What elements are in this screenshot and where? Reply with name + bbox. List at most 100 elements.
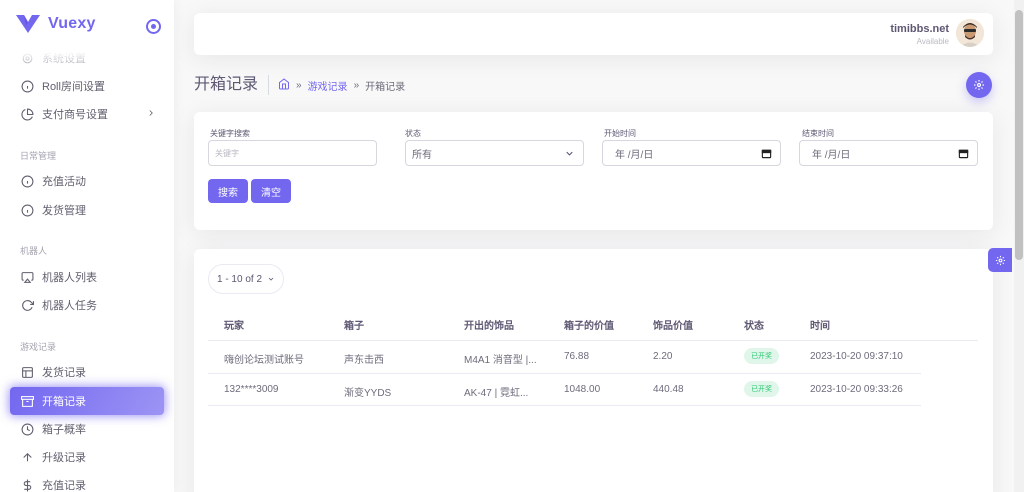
airplay-icon bbox=[20, 270, 34, 284]
start-date-label: 开始时间 bbox=[604, 129, 636, 138]
sidebar-item-label: 充值记录 bbox=[42, 480, 86, 492]
chevron-down-icon bbox=[268, 277, 274, 281]
theme-customizer-toggle[interactable] bbox=[988, 248, 1012, 272]
sidebar-item-label: 开箱记录 bbox=[42, 396, 86, 408]
breadcrumb-separator: » bbox=[296, 80, 302, 91]
info-icon bbox=[20, 203, 34, 217]
column-header-box-value[interactable]: 箱子的价值 bbox=[564, 317, 614, 332]
page-scrollbar[interactable] bbox=[1014, 0, 1024, 492]
breadcrumb: » 游戏记录 » 开箱记录 bbox=[278, 78, 405, 93]
info-icon bbox=[20, 174, 34, 188]
column-header-time[interactable]: 时间 bbox=[810, 317, 830, 332]
pagination-label: 1 - 10 of 2 bbox=[216, 273, 263, 285]
status-select[interactable]: 所有 bbox=[405, 140, 584, 166]
row-divider bbox=[208, 405, 921, 406]
avatar[interactable] bbox=[956, 19, 984, 47]
sidebar-item-label: 升级记录 bbox=[42, 452, 86, 464]
cell-time: 2023-10-20 09:33:26 bbox=[810, 384, 903, 395]
column-header-box[interactable]: 箱子 bbox=[344, 317, 364, 332]
sidebar-section-game: 游戏记录 bbox=[20, 342, 57, 352]
sidebar-item-robot-list[interactable]: 机器人列表 bbox=[10, 263, 164, 291]
sidebar-item-recharge-records[interactable]: 充值记录 bbox=[10, 471, 164, 492]
clock-icon bbox=[20, 422, 34, 436]
status-badge: 已开奖 bbox=[744, 348, 779, 364]
page-settings-button[interactable] bbox=[966, 72, 992, 98]
column-header-item-value[interactable]: 饰品价值 bbox=[653, 317, 693, 332]
column-header-status[interactable]: 状态 bbox=[744, 317, 764, 332]
records-table-card: 1 - 10 of 2 玩家 箱子 开出的饰品 箱子的价值 饰品价值 状态 时间… bbox=[194, 249, 993, 492]
start-date-input[interactable]: 年 /月/日 bbox=[602, 140, 781, 166]
gear-icon bbox=[20, 51, 34, 65]
status-badge: 已开奖 bbox=[744, 381, 779, 397]
sidebar-item-payment-merchant[interactable]: 支付商号设置 bbox=[10, 100, 164, 128]
column-header-item[interactable]: 开出的饰品 bbox=[464, 317, 514, 332]
cell-item-value: 440.48 bbox=[653, 384, 684, 395]
row-divider bbox=[208, 373, 921, 374]
sidebar-item-roll-room[interactable]: Roll房间设置 bbox=[10, 72, 164, 100]
sidebar-item-system-settings[interactable]: 系统设置 bbox=[10, 44, 164, 72]
breadcrumb-current: 开箱记录 bbox=[365, 82, 406, 93]
sidebar-item-label: 发货管理 bbox=[42, 205, 86, 217]
gear-icon bbox=[974, 80, 984, 90]
cell-item: AK-47 | 霓虹... bbox=[464, 388, 529, 399]
sidebar-item-recharge-activity[interactable]: 充值活动 bbox=[10, 167, 164, 195]
chevron-down-icon bbox=[566, 151, 573, 156]
sidebar-item-label: 支付商号设置 bbox=[42, 109, 108, 121]
table-header-divider bbox=[208, 340, 978, 341]
keyword-search-input[interactable]: 关键字 bbox=[208, 140, 377, 166]
sidebar-item-robot-tasks[interactable]: 机器人任务 bbox=[10, 291, 164, 319]
sidebar-collapse-toggle[interactable] bbox=[146, 19, 161, 34]
brand[interactable]: Vuexy bbox=[16, 15, 96, 33]
sidebar-item-label: 机器人列表 bbox=[42, 272, 97, 284]
breadcrumb-separator: » bbox=[353, 80, 360, 91]
sidebar-item-shipping-records[interactable]: 发货记录 bbox=[10, 358, 164, 386]
brand-name: Vuexy bbox=[48, 15, 96, 32]
cell-box-value: 1048.00 bbox=[564, 384, 601, 395]
scrollbar-thumb[interactable] bbox=[1015, 10, 1023, 260]
dollar-icon bbox=[20, 478, 34, 492]
column-header-player[interactable]: 玩家 bbox=[224, 317, 244, 332]
keyword-label: 关键字搜索 bbox=[210, 129, 250, 138]
home-icon[interactable] bbox=[278, 78, 290, 93]
sidebar-item-shipping-management[interactable]: 发货管理 bbox=[10, 196, 164, 224]
sidebar-section-robot: 机器人 bbox=[20, 246, 48, 256]
cell-item: M4A1 消音型 |... bbox=[464, 355, 537, 366]
cell-box-value: 76.88 bbox=[564, 351, 590, 362]
pagination-dropdown[interactable]: 1 - 10 of 2 bbox=[208, 264, 284, 294]
info-icon bbox=[20, 79, 34, 93]
end-date-input[interactable]: 年 /月/日 bbox=[799, 140, 978, 166]
rotate-cw-icon bbox=[20, 298, 34, 312]
clear-button[interactable]: 清空 bbox=[251, 179, 291, 203]
sidebar-item-label: 充值活动 bbox=[42, 176, 86, 188]
avatar-icon bbox=[956, 19, 984, 47]
start-date-value: 年 /月/日 bbox=[615, 149, 654, 161]
status-label: 状态 bbox=[405, 129, 421, 138]
cell-player: 嗨创论坛测试账号 bbox=[224, 355, 304, 366]
search-button[interactable]: 搜索 bbox=[208, 179, 248, 203]
filter-card: 关键字搜索 关键字 状态 所有 开始时间 年 /月/日 结束时间 年 /月/日 … bbox=[194, 112, 993, 230]
archive-icon bbox=[20, 394, 34, 408]
sidebar-item-label: 机器人任务 bbox=[42, 300, 97, 312]
vuexy-logo-icon bbox=[16, 15, 40, 33]
sidebar-section-daily: 日常管理 bbox=[20, 151, 57, 161]
arrow-up-icon bbox=[20, 450, 34, 464]
end-date-value: 年 /月/日 bbox=[812, 149, 851, 161]
calendar-icon[interactable] bbox=[958, 148, 969, 159]
status-select-value: 所有 bbox=[412, 149, 432, 161]
calendar-icon[interactable] bbox=[761, 148, 772, 159]
cell-time: 2023-10-20 09:37:10 bbox=[810, 351, 903, 362]
sidebar-item-label: 发货记录 bbox=[42, 367, 86, 379]
cell-player: 132****3009 bbox=[224, 384, 279, 395]
sidebar: Vuexy 系统设置 Roll房间设置 支付商号设置 日常管理 充值活动 发货管… bbox=[0, 0, 174, 492]
sidebar-item-box-probability[interactable]: 箱子概率 bbox=[10, 415, 164, 443]
user-name[interactable]: timibbs.net bbox=[890, 23, 949, 35]
sidebar-item-box-open-records[interactable]: 开箱记录 bbox=[10, 387, 164, 415]
chevron-right-icon bbox=[149, 110, 153, 116]
top-navbar: timibbs.net Available bbox=[194, 13, 993, 55]
sidebar-item-upgrade-records[interactable]: 升级记录 bbox=[10, 443, 164, 471]
pie-chart-icon bbox=[20, 107, 34, 121]
end-date-label: 结束时间 bbox=[802, 129, 834, 138]
gear-icon bbox=[995, 255, 1005, 265]
breadcrumb-link-game-records[interactable]: 游戏记录 bbox=[308, 78, 348, 93]
user-status: Available bbox=[916, 37, 949, 46]
